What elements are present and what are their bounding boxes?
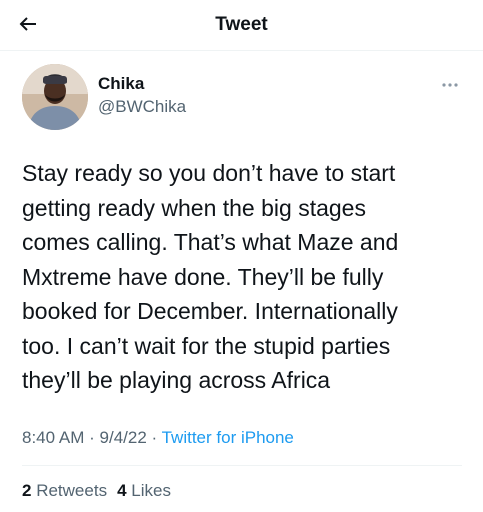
author-name[interactable]: Chika xyxy=(98,74,186,94)
author-info[interactable]: Chika @BWChika xyxy=(98,74,186,118)
more-horizontal-icon xyxy=(441,75,459,93)
page-title: Tweet xyxy=(215,14,268,35)
meta-separator: · xyxy=(151,428,158,447)
tweet-source-link[interactable]: Twitter for iPhone xyxy=(162,428,294,447)
avatar[interactable] xyxy=(22,64,88,130)
retweets-stat[interactable]: 2 Retweets xyxy=(22,481,107,500)
tweet-time[interactable]: 8:40 AM xyxy=(22,428,84,447)
tweet-meta: 8:40 AM · 9/4/22 · Twitter for iPhone xyxy=(22,428,294,448)
tweet-text: Stay ready so you don’t have to start ge… xyxy=(22,160,399,393)
tweet-stats: 2 Retweets 4 Likes xyxy=(22,481,171,501)
tweet-date[interactable]: 9/4/22 xyxy=(100,428,147,447)
stats-divider xyxy=(22,465,462,466)
more-options-button[interactable] xyxy=(438,76,462,92)
header-divider xyxy=(0,50,483,51)
author-handle[interactable]: @BWChika xyxy=(98,96,186,118)
retweets-label: Retweets xyxy=(36,481,108,500)
meta-separator: · xyxy=(89,428,95,447)
retweets-count: 2 xyxy=(22,481,32,500)
likes-stat[interactable]: 4 Likes xyxy=(117,481,171,500)
likes-count: 4 xyxy=(117,481,127,500)
likes-label: Likes xyxy=(131,481,171,500)
tweet-header: Tweet xyxy=(0,0,483,50)
